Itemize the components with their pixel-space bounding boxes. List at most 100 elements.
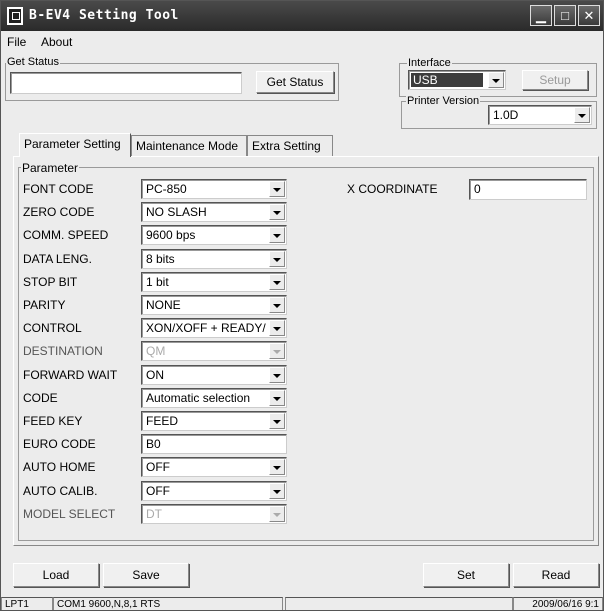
chevron-down-icon [269,251,285,267]
load-button[interactable]: Load [13,563,99,587]
data-leng-select[interactable]: 8 bits [141,249,287,269]
chevron-down-icon [269,227,285,243]
x-coordinate-input[interactable]: 0 [469,179,587,200]
chevron-down-icon [269,506,285,522]
interface-group: Interface USB Setup [399,57,597,97]
zero-code-label: ZERO CODE [23,205,95,219]
status-middle [285,597,513,610]
chevron-down-icon [269,367,285,383]
parameter-group: Parameter [18,161,594,541]
chevron-down-icon [269,459,285,475]
app-icon [7,7,23,25]
stop-bit-label: STOP BIT [23,275,78,289]
model-select-selected: DT [146,507,162,521]
forward-wait-label: FORWARD WAIT [23,368,118,382]
chevron-down-icon [269,343,285,359]
minimize-button[interactable]: ▁ [530,5,552,26]
tab-maintenance-mode[interactable]: Maintenance Mode [131,135,247,157]
font-code-selected: PC-850 [146,182,187,196]
control-selected: XON/XOFF + READY/ [146,321,266,335]
comm-speed-select[interactable]: 9600 bps [141,225,287,245]
model-select-label: MODEL SELECT [23,507,116,521]
printer-version-selected: 1.0D [493,108,519,122]
get-status-group-title: Get Status [6,56,60,68]
printer-version-group-title: Printer Version [406,95,481,107]
setup-button[interactable]: Setup [522,70,588,90]
code-selected: Automatic selection [146,391,251,405]
euro-code-input[interactable]: B0 [141,434,287,454]
status-bar: LPT1 COM1 9600,N,8,1 RTS 2009/06/16 9:1 [1,597,603,610]
parity-selected: NONE [146,298,181,312]
get-status-button[interactable]: Get Status [256,71,334,93]
zero-code-select[interactable]: NO SLASH [141,202,287,222]
interface-select[interactable]: USB [408,70,506,90]
feed-key-select[interactable]: FEED [141,411,287,431]
save-button[interactable]: Save [103,563,189,587]
feed-key-selected: FEED [146,414,179,428]
code-select[interactable]: Automatic selection [141,388,287,408]
comm-speed-selected: 9600 bps [146,228,196,242]
get-status-group: Get Status Get Status [5,56,339,101]
status-comm: COM1 9600,N,8,1 RTS [53,597,283,610]
menu-file[interactable]: File [7,35,26,49]
maximize-button[interactable]: □ [554,5,576,26]
auto-home-selected: OFF [146,460,170,474]
control-label: CONTROL [23,321,82,335]
close-button[interactable]: ✕ [578,5,600,26]
parameter-group-title: Parameter [21,161,80,175]
printer-version-group: Printer Version 1.0D [401,95,597,129]
auto-home-select[interactable]: OFF [141,457,287,477]
feed-key-label: FEED KEY [23,414,83,428]
euro-code-label: EURO CODE [23,437,96,451]
maximize-icon: □ [561,8,569,23]
model-select-select: DT [141,504,287,524]
status-date: 2009/06/16 9:1 [513,597,603,610]
chevron-down-icon [269,181,285,197]
app-window: B-EV4 Setting Tool ▁ □ ✕ File About Get … [0,0,604,611]
minimize-icon: ▁ [536,8,546,23]
destination-selected: QM [146,344,166,358]
forward-wait-selected: ON [146,368,164,382]
font-code-select[interactable]: PC-850 [141,179,287,199]
font-code-label: FONT CODE [23,182,94,196]
chevron-down-icon [269,320,285,336]
parity-label: PARITY [23,298,66,312]
stop-bit-select[interactable]: 1 bit [141,272,287,292]
status-port: LPT1 [1,597,53,610]
set-button[interactable]: Set [423,563,509,587]
code-label: CODE [23,391,58,405]
stop-bit-selected: 1 bit [146,275,169,289]
title-bar[interactable]: B-EV4 Setting Tool ▁ □ ✕ [1,1,603,31]
tab-extra-setting[interactable]: Extra Setting [247,135,333,157]
window-title: B-EV4 Setting Tool [29,8,179,23]
zero-code-selected: NO SLASH [146,205,207,219]
chevron-down-icon [574,107,590,123]
destination-label: DESTINATION [23,344,103,358]
control-select[interactable]: XON/XOFF + READY/ [141,318,287,338]
tab-parameter-setting[interactable]: Parameter Setting [19,133,131,157]
close-icon: ✕ [583,8,595,23]
menu-about[interactable]: About [41,35,72,49]
chevron-down-icon [269,297,285,313]
data-leng-selected: 8 bits [146,252,175,266]
menu-bar: File About [1,33,603,51]
status-field[interactable] [10,72,242,94]
interface-group-title: Interface [407,57,452,69]
chevron-down-icon [269,483,285,499]
chevron-down-icon [269,413,285,429]
comm-speed-label: COMM. SPEED [23,228,109,242]
read-button[interactable]: Read [513,563,599,587]
parity-select[interactable]: NONE [141,295,287,315]
auto-calib-label: AUTO CALIB. [23,484,98,498]
printer-version-select[interactable]: 1.0D [488,105,592,125]
x-coordinate-label: X COORDINATE [347,182,438,196]
auto-calib-select[interactable]: OFF [141,481,287,501]
chevron-down-icon [488,72,504,88]
chevron-down-icon [269,204,285,220]
forward-wait-select[interactable]: ON [141,365,287,385]
data-leng-label: DATA LENG. [23,252,92,266]
auto-home-label: AUTO HOME [23,460,96,474]
chevron-down-icon [269,274,285,290]
auto-calib-selected: OFF [146,484,170,498]
interface-selected: USB [411,73,483,87]
